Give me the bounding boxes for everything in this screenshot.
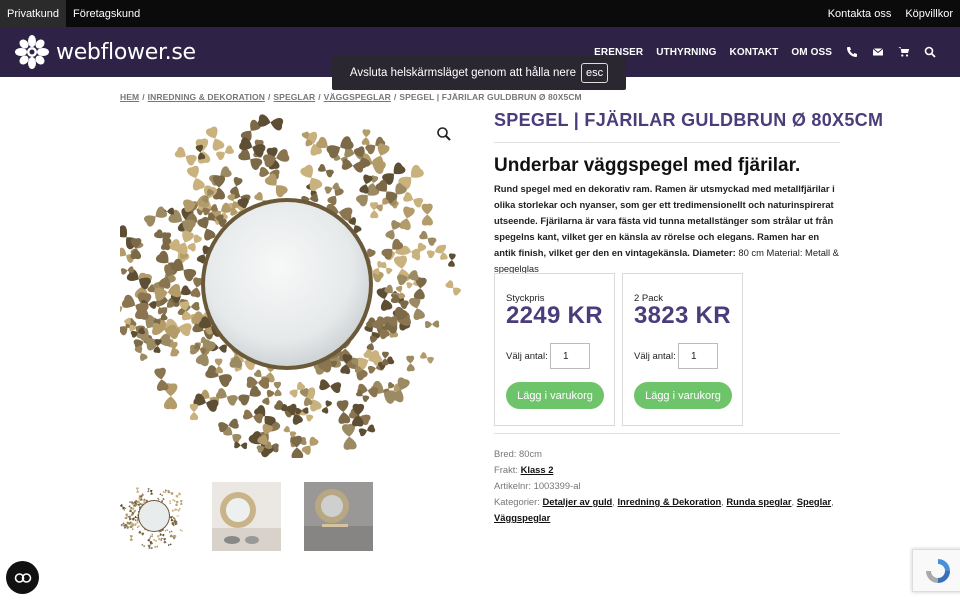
quantity-input[interactable]: 1 <box>678 343 718 369</box>
category-link[interactable]: Väggspeglar <box>494 512 550 523</box>
brand-name: webflower.se <box>56 39 196 65</box>
quantity-label: Välj antal: <box>506 351 548 362</box>
price-value: 2249 KR <box>506 302 603 329</box>
quantity-input[interactable]: 1 <box>550 343 590 369</box>
breadcrumb-speglar[interactable]: SPEGLAR <box>273 92 315 102</box>
nav-item-kontakt[interactable]: KONTAKT <box>730 47 779 58</box>
divider <box>494 433 840 434</box>
search-icon[interactable] <box>924 46 936 58</box>
category-link[interactable]: Runda speglar <box>726 496 791 507</box>
price-option-2-pack: 2 Pack 3823 KR Välj antal: 1 Lägg i varu… <box>622 273 743 426</box>
diameter-label: Diameter: <box>692 247 736 258</box>
contact-link[interactable]: Kontakta oss <box>821 0 899 27</box>
product-main-image[interactable] <box>120 112 462 458</box>
fullscreen-notice: Avsluta helskärmsläget genom att hålla n… <box>332 56 626 90</box>
privatkund-link[interactable]: Privatkund <box>0 0 66 27</box>
thumbnail-1[interactable] <box>120 482 189 551</box>
categories-label: Kategorier: <box>494 496 540 507</box>
fullscreen-notice-text: Avsluta helskärmsläget genom att hålla n… <box>349 67 576 79</box>
recaptcha-icon <box>926 558 950 583</box>
nav-item-om-oss[interactable]: OM OSS <box>791 47 832 58</box>
shipping-class-link[interactable]: Klass 2 <box>521 464 554 475</box>
cart-icon[interactable] <box>898 46 910 58</box>
thumbnail-3[interactable] <box>304 482 373 551</box>
width-value: 80cm <box>519 448 542 459</box>
price-value: 3823 KR <box>634 302 731 329</box>
product-description: Rund spegel med en dekorativ ram. Ramen … <box>494 181 840 277</box>
sku-label: Artikelnr: <box>494 480 531 491</box>
quantity-label: Välj antal: <box>634 351 676 362</box>
flower-logo-icon <box>15 35 49 69</box>
width-label: Bred: <box>494 448 517 459</box>
zoom-icon[interactable] <box>436 126 452 142</box>
esc-key-badge: esc <box>580 63 609 83</box>
nav-item-uthyrning[interactable]: UTHYRNING <box>656 47 716 58</box>
breadcrumb-vaggspeglar[interactable]: VÄGGSPEGLAR <box>324 92 391 102</box>
category-link[interactable]: Speglar <box>797 496 831 507</box>
terms-link[interactable]: Köpvillkor <box>898 0 960 27</box>
phone-icon[interactable] <box>846 46 858 58</box>
product-meta: Bred: 80cm Frakt: Klass 2 Artikelnr: 100… <box>494 448 834 523</box>
price-option-single: Styckpris 2249 KR Välj antal: 1 Lägg i v… <box>494 273 615 426</box>
envelope-icon[interactable] <box>872 46 884 58</box>
breadcrumb-home[interactable]: HEM <box>120 92 139 102</box>
top-bar: Privatkund Företagskund Kontakta oss Köp… <box>0 0 960 27</box>
breadcrumb-inredning[interactable]: INREDNING & DEKORATION <box>148 92 265 102</box>
category-link[interactable]: Inredning & Dekoration <box>618 496 722 507</box>
recaptcha-badge[interactable] <box>912 549 960 592</box>
add-to-cart-button[interactable]: Lägg i varukorg <box>506 382 604 409</box>
product-title: SPEGEL | FJÄRILAR GULDBRUN Ø 80X5CM <box>494 110 884 130</box>
breadcrumb-current: SPEGEL | FJÄRILAR GULDBRUN Ø 80X5CM <box>399 92 582 102</box>
divider <box>494 142 840 143</box>
thumbnail-gallery <box>120 482 396 551</box>
add-to-cart-button[interactable]: Lägg i varukorg <box>634 382 732 409</box>
sku-value: 1003399-al <box>533 480 581 491</box>
cookie-consent-icon <box>14 572 31 583</box>
breadcrumb: HEM / INREDNING & DEKORATION / SPEGLAR / VÄGGS… <box>120 92 582 102</box>
foretagskund-link[interactable]: Företagskund <box>66 0 147 27</box>
product-subtitle: Underbar väggspegel med fjärilar. <box>494 155 801 176</box>
main-navigation: webflower.se ERENSER UTHYRNING KONTAKT O… <box>0 27 960 90</box>
site-logo[interactable]: webflower.se <box>14 34 196 70</box>
cookie-settings-button[interactable] <box>6 561 39 594</box>
category-link[interactable]: Detaljer av guld <box>542 496 612 507</box>
shipping-label: Frakt: <box>494 464 518 475</box>
thumbnail-2[interactable] <box>212 482 281 551</box>
